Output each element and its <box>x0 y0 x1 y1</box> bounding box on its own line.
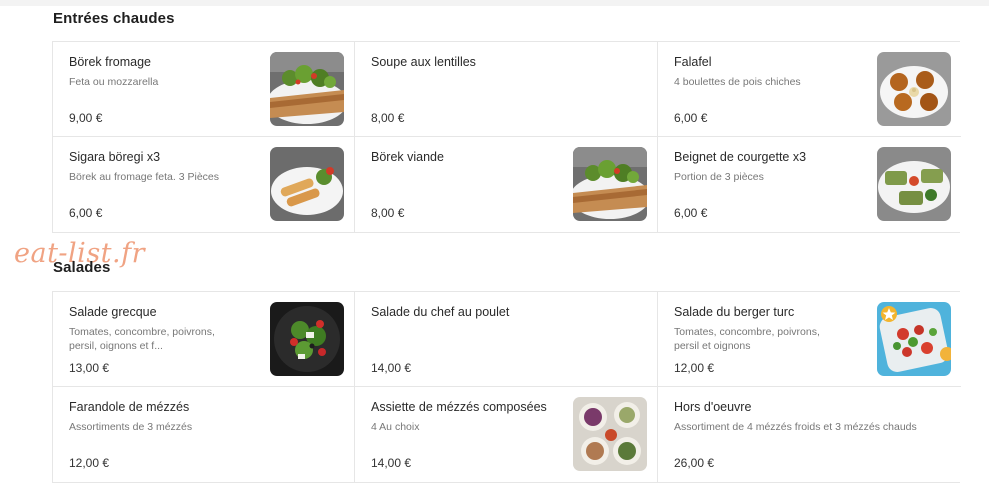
item-name: Salade du chef au poulet <box>371 305 510 319</box>
item-name: Börek viande <box>371 150 444 164</box>
menu-item-card[interactable]: Beignet de courgette x3 Portion de 3 piè… <box>658 137 961 232</box>
item-name: Sigara böregi x3 <box>69 150 161 164</box>
item-price: 8,00 € <box>371 111 405 125</box>
item-name: Hors d'oeuvre <box>674 400 752 414</box>
item-description: 4 boulettes de pois chiches <box>674 76 801 88</box>
item-name: Salade grecque <box>69 305 157 319</box>
item-price: 6,00 € <box>69 206 103 220</box>
item-description: Portion de 3 pièces <box>674 171 764 183</box>
borek-salad-image <box>270 52 344 126</box>
item-description: Feta ou mozzarella <box>69 76 159 88</box>
menu-grid-entrees-chaudes: Börek fromage Feta ou mozzarella 9,00 € … <box>52 41 961 233</box>
menu-item-card[interactable]: Salade grecque Tomates, concombre, poivr… <box>53 292 355 387</box>
salade-berger-image <box>877 302 951 376</box>
item-name: Beignet de courgette x3 <box>674 150 807 164</box>
section-title-salades: Salades <box>53 259 111 276</box>
section-title-entrees-chaudes: Entrées chaudes <box>53 10 175 27</box>
item-name: Farandole de mézzés <box>69 400 190 414</box>
item-name: Salade du berger turc <box>674 305 795 319</box>
item-price: 6,00 € <box>674 206 708 220</box>
sigara-boregi-image <box>270 147 344 221</box>
item-description: Assortiments de 3 mézzés <box>69 421 193 433</box>
menu-item-card[interactable]: Hors d'oeuvre Assortiment de 4 mézzés fr… <box>658 387 961 482</box>
item-price: 12,00 € <box>674 361 715 375</box>
mezzes-image <box>573 397 647 471</box>
item-price: 9,00 € <box>69 111 103 125</box>
item-description: Tomates, concombre, poivrons, persil et … <box>674 326 820 352</box>
item-description: 4 Au choix <box>371 421 420 433</box>
menu-item-card[interactable]: Börek viande 8,00 € <box>355 137 658 232</box>
item-price: 14,00 € <box>371 456 412 470</box>
menu-item-card[interactable]: Salade du chef au poulet 14,00 € <box>355 292 658 387</box>
item-description: Assortiment de 4 mézzés froids et 3 mézz… <box>674 421 917 433</box>
item-price: 26,00 € <box>674 456 715 470</box>
item-name: Assiette de mézzés composées <box>371 400 547 414</box>
menu-grid-salades: Salade grecque Tomates, concombre, poivr… <box>52 291 961 483</box>
beignet-courgette-image <box>877 147 951 221</box>
item-price: 8,00 € <box>371 206 405 220</box>
menu-item-card[interactable]: Farandole de mézzés Assortiments de 3 mé… <box>53 387 355 482</box>
item-price: 13,00 € <box>69 361 110 375</box>
borek-viande-image <box>573 147 647 221</box>
menu-item-card[interactable]: Salade du berger turc Tomates, concombre… <box>658 292 961 387</box>
item-price: 14,00 € <box>371 361 412 375</box>
salade-grecque-image <box>270 302 344 376</box>
top-bar <box>0 0 989 6</box>
item-price: 6,00 € <box>674 111 708 125</box>
item-description: Börek au fromage feta. 3 Pièces <box>69 171 219 183</box>
menu-item-card[interactable]: Falafel 4 boulettes de pois chiches 6,00… <box>658 42 961 137</box>
falafel-image <box>877 52 951 126</box>
item-name: Börek fromage <box>69 55 151 69</box>
item-price: 12,00 € <box>69 456 110 470</box>
item-description: Tomates, concombre, poivrons, persil, oi… <box>69 326 215 352</box>
menu-item-card[interactable]: Soupe aux lentilles 8,00 € <box>355 42 658 137</box>
item-name: Soupe aux lentilles <box>371 55 476 69</box>
menu-item-card[interactable]: Börek fromage Feta ou mozzarella 9,00 € <box>53 42 355 137</box>
menu-item-card[interactable]: Assiette de mézzés composées 4 Au choix … <box>355 387 658 482</box>
item-name: Falafel <box>674 55 712 69</box>
menu-item-card[interactable]: Sigara böregi x3 Börek au fromage feta. … <box>53 137 355 232</box>
